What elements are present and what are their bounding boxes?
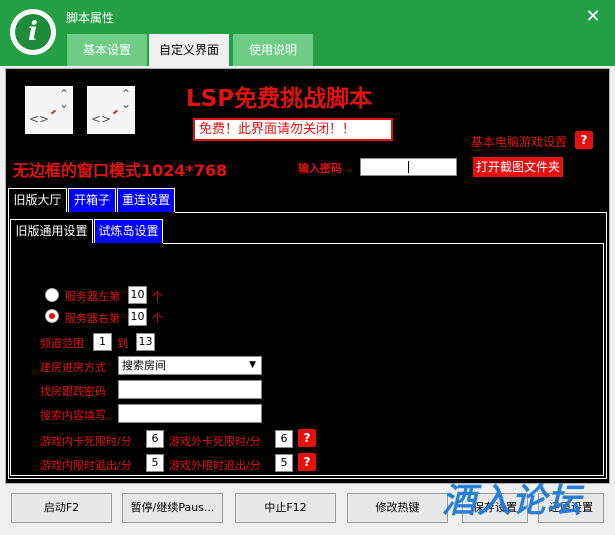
in-game-stuck-input[interactable]: 6 xyxy=(146,430,164,448)
divider xyxy=(10,243,11,475)
code-icon: <> xyxy=(91,112,112,126)
red-mark xyxy=(112,109,119,115)
channel-from-input[interactable]: 1 xyxy=(93,333,112,351)
tab-reconnect-settings[interactable]: 重连设置 xyxy=(117,188,175,212)
channel-to-input[interactable]: 13 xyxy=(136,333,155,351)
divider xyxy=(8,212,9,478)
server-right-unit: 个 xyxy=(152,312,163,325)
window-mode-label: 无边框的窗口模式1024*768 xyxy=(13,161,228,180)
tab-old-lobby[interactable]: 旧版大厅 xyxy=(8,188,67,212)
divider xyxy=(603,243,604,475)
search-content-label: 搜索内容填写 xyxy=(40,409,106,422)
title-bar: i 脚本属性 ✕ 基本设置 自定义界面 使用说明 xyxy=(0,0,615,66)
thumbnail-2[interactable]: ⌃ ⌄ <> xyxy=(87,86,135,134)
tab-basic-settings[interactable]: 基本设置 xyxy=(67,34,147,66)
out-game-stuck-label: 游戏外卡死限时/分 xyxy=(169,435,261,448)
server-right-input[interactable]: 10 xyxy=(128,308,147,326)
info-icon: i xyxy=(15,14,51,50)
updown-chevron-icon: ⌃ ⌄ xyxy=(120,87,131,111)
track-password-input[interactable] xyxy=(118,380,262,399)
server-left-unit: 个 xyxy=(152,290,163,303)
room-mode-label: 建房进房方式 xyxy=(40,361,106,374)
server-right-label: 服务器右第 xyxy=(65,312,120,325)
script-title: LSP免费挑战脚本 xyxy=(186,86,373,112)
tab-trial-island-settings[interactable]: 试炼岛设置 xyxy=(94,219,163,243)
open-screenshot-folder-button[interactable]: 打开截图文件夹 xyxy=(473,157,563,177)
thumbnail-1[interactable]: ⌃ ⌄ <> xyxy=(25,86,73,134)
out-game-stuck-input[interactable]: 6 xyxy=(275,430,293,448)
in-game-exit-input[interactable]: 5 xyxy=(146,454,164,472)
start-button[interactable]: 启动F2 xyxy=(11,493,112,523)
server-left-radio[interactable] xyxy=(45,288,59,302)
in-game-exit-label: 游戏内限时退出/分 xyxy=(40,459,132,472)
out-game-exit-input[interactable]: 5 xyxy=(275,454,293,472)
edit-hotkey-button[interactable]: 修改热键 xyxy=(347,493,448,523)
channel-to-label: 到 xyxy=(117,337,128,350)
basic-game-settings-link[interactable]: 基本电脑游戏设置 xyxy=(471,133,567,150)
custom-ui-panel: ⌃ ⌄ <> ⌃ ⌄ <> LSP免费挑战脚本 免费！此界面请勿关闭！！ 基本电… xyxy=(5,68,610,484)
divider xyxy=(606,212,607,478)
divider xyxy=(163,243,604,244)
tab-custom-ui[interactable]: 自定义界面 xyxy=(149,34,229,66)
password-input[interactable] xyxy=(360,158,457,176)
track-password-label: 找房跟踪密码 xyxy=(40,385,106,398)
tab-open-box[interactable]: 开箱子 xyxy=(68,188,116,212)
divider xyxy=(175,212,607,213)
room-mode-select[interactable]: 搜索房间 ▼ xyxy=(118,356,262,375)
notice-banner: 免费！此界面请勿关闭！！ xyxy=(193,118,393,141)
in-game-stuck-label: 游戏内卡死限时/分 xyxy=(40,435,132,448)
text-caret xyxy=(408,161,409,173)
server-left-label: 服务器左第 xyxy=(65,290,120,303)
help-icon[interactable]: ? xyxy=(575,131,593,149)
help-icon[interactable]: ? xyxy=(298,429,316,447)
window-title: 脚本属性 xyxy=(66,11,115,25)
password-label: 输入密码 xyxy=(298,162,342,175)
forum-watermark: 酒入论坛 xyxy=(442,481,582,521)
tab-old-general-settings[interactable]: 旧版通用设置 xyxy=(10,219,93,243)
code-icon: <> xyxy=(29,112,50,126)
out-game-exit-label: 游戏外限时退出/分 xyxy=(169,459,261,472)
channel-range-label: 频道范围 xyxy=(40,337,84,350)
help-icon[interactable]: ? xyxy=(298,453,316,471)
dropdown-arrow-icon: ▼ xyxy=(249,360,256,370)
info-app-icon: i xyxy=(10,9,56,55)
updown-chevron-icon: ⌃ ⌄ xyxy=(58,87,69,111)
stop-button[interactable]: 中止F12 xyxy=(235,493,336,523)
room-mode-value: 搜索房间 xyxy=(122,359,166,372)
search-content-input[interactable] xyxy=(118,404,262,423)
red-mark xyxy=(50,109,57,115)
server-left-input[interactable]: 10 xyxy=(128,286,147,304)
tab-instructions[interactable]: 使用说明 xyxy=(233,34,313,66)
server-right-radio[interactable] xyxy=(45,309,59,323)
close-icon[interactable]: ✕ xyxy=(583,6,603,27)
pause-resume-button[interactable]: 暂停/继续Paus... xyxy=(122,493,223,523)
